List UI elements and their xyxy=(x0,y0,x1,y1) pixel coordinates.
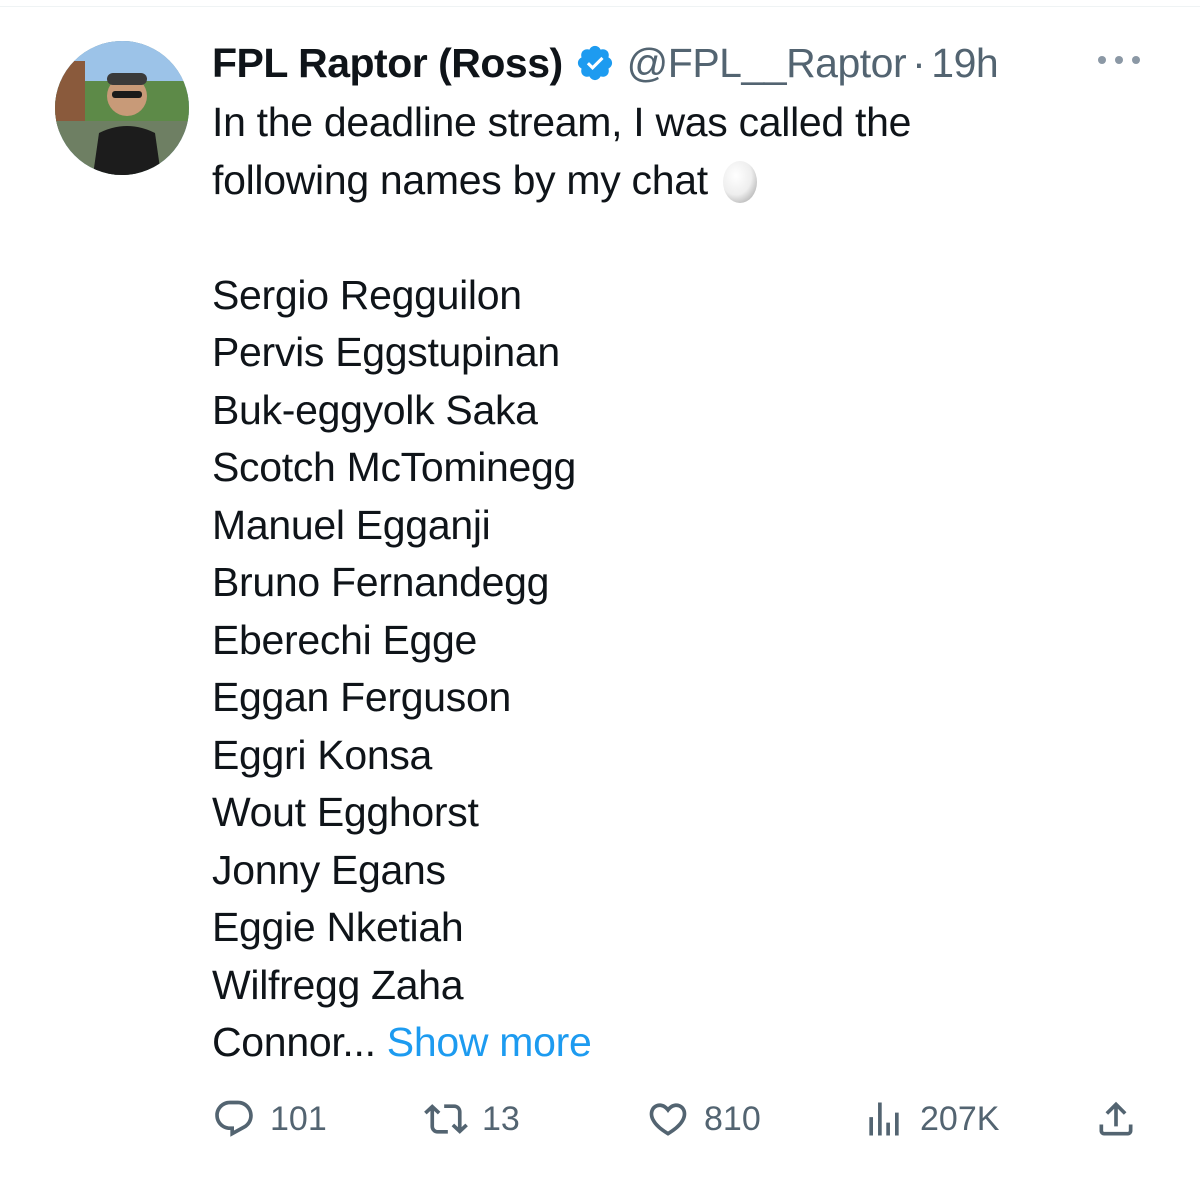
tweet-text-line: following names by my chat xyxy=(212,152,1132,210)
top-divider xyxy=(0,6,1200,7)
like-count: 810 xyxy=(704,1099,761,1138)
views-chart-icon xyxy=(862,1097,906,1141)
reply-count: 101 xyxy=(270,1099,327,1138)
reply-icon xyxy=(212,1097,256,1141)
tweet-timestamp[interactable]: 19h xyxy=(931,40,998,87)
truncated-line: Connor... Show more xyxy=(212,1014,1132,1072)
egg-emoji-icon xyxy=(720,156,760,204)
retweet-icon xyxy=(424,1097,468,1141)
tweet-text: In the deadline stream, I was called the… xyxy=(212,94,1132,1072)
views-button[interactable]: 207K xyxy=(862,1093,999,1145)
retweet-button[interactable]: 13 xyxy=(424,1093,520,1145)
name-line: Pervis Eggstupinan xyxy=(212,329,560,375)
share-icon xyxy=(1094,1097,1138,1141)
name-line: Sergio Regguilon xyxy=(212,271,522,318)
author-display-name[interactable]: FPL Raptor (Ross) xyxy=(212,40,563,87)
name-line: Eggri Konsa xyxy=(212,731,433,778)
name-line: Jonny Egans xyxy=(212,846,446,893)
tweet-text-line-content: following names by my chat xyxy=(212,156,708,203)
name-line: Buk-eggyolk Saka xyxy=(212,386,538,433)
heart-icon xyxy=(646,1097,690,1141)
reply-button[interactable]: 101 xyxy=(212,1093,327,1145)
header-separator: · xyxy=(912,39,926,86)
name-line: Eggie Nketiah xyxy=(212,904,464,950)
tweet-actions: 101 13 810 207K xyxy=(0,1093,1200,1145)
truncated-text: Connor... xyxy=(212,1019,376,1065)
name-line: Eberechi Egge xyxy=(212,616,478,663)
share-button[interactable] xyxy=(1094,1093,1138,1145)
name-line: Eggan Ferguson xyxy=(212,674,511,720)
name-line: Bruno Fernandegg xyxy=(212,559,550,605)
views-count: 207K xyxy=(920,1099,1000,1138)
retweet-count: 13 xyxy=(482,1099,520,1138)
name-line: Wout Egghorst xyxy=(212,789,479,835)
like-button[interactable]: 810 xyxy=(646,1093,761,1145)
show-more-link[interactable]: Show more xyxy=(387,1019,592,1065)
name-line: Scotch McTominegg xyxy=(212,444,577,490)
more-dots-icon[interactable] xyxy=(1098,48,1140,72)
name-line: Manuel Egganji xyxy=(212,501,491,548)
tweet-text-line: In the deadline stream, I was called the xyxy=(212,99,912,145)
author-handle[interactable]: @FPL__Raptor xyxy=(627,40,907,87)
name-line: Wilfregg Zaha xyxy=(212,961,464,1008)
verified-badge-icon xyxy=(575,43,615,83)
avatar[interactable] xyxy=(55,41,189,175)
tweet-header: FPL Raptor (Ross) @FPL__Raptor · 19h xyxy=(212,38,999,88)
